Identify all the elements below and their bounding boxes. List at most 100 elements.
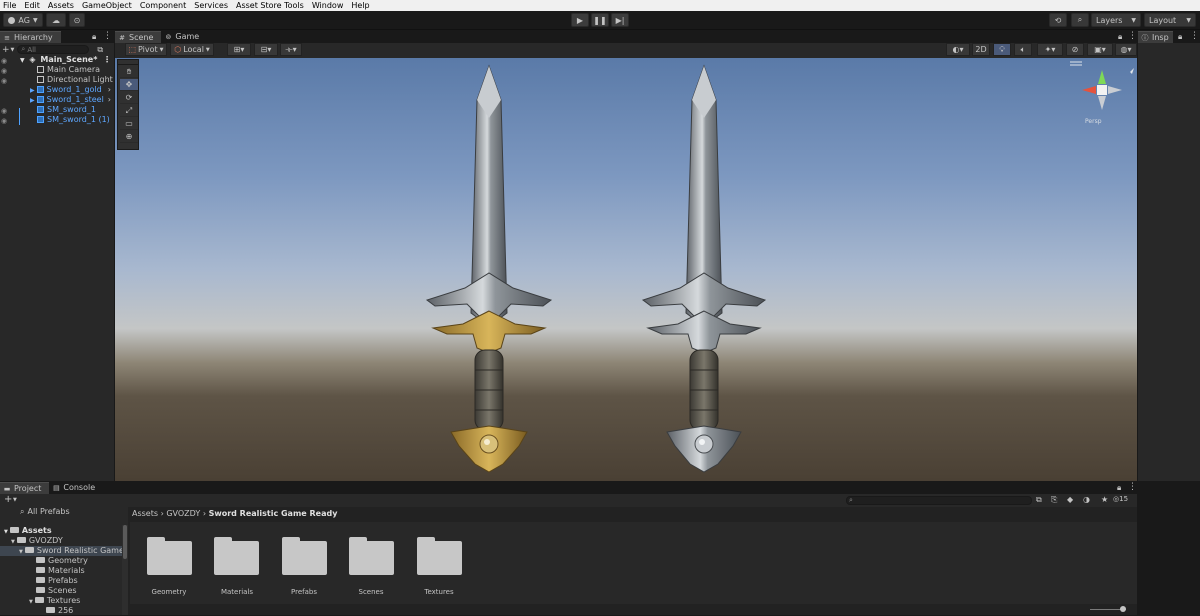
tree-item-prefabs[interactable]: Prefabs <box>36 576 78 586</box>
tab-console[interactable]: ▤ Console <box>49 482 103 494</box>
lock-icon[interactable]: 🔒︎ <box>92 32 96 42</box>
tag-icon[interactable]: ◆ <box>1067 495 1073 504</box>
menu-asset-store-tools[interactable]: Asset Store Tools <box>236 0 304 11</box>
folder-materials-label[interactable]: Materials <box>207 588 267 596</box>
menu-gameobject[interactable]: GameObject <box>82 0 132 11</box>
step-button[interactable]: ▶| <box>611 13 629 27</box>
grid-snap-button[interactable]: ⊞▾ <box>227 43 251 56</box>
tree-item-gvozdy[interactable]: ▼ GVOZDY <box>11 536 63 546</box>
hierarchy-search-input[interactable]: ⌕ All <box>17 45 90 54</box>
kebab-menu-icon[interactable]: ⋮ <box>103 55 111 65</box>
lighting-toggle[interactable]: 💡︎ <box>993 43 1011 56</box>
camera-dropdown[interactable]: ▣▾ <box>1087 43 1113 56</box>
folder-geometry-label[interactable]: Geometry <box>139 588 199 596</box>
audio-toggle[interactable]: 🔈︎ <box>1014 43 1032 56</box>
lock-icon[interactable]: 🔒︎ <box>1117 483 1121 493</box>
hierarchy-item[interactable]: SM_sword_1 (1) <box>37 115 110 125</box>
hierarchy-scene-row[interactable]: ▼ ◈ Main_Scene* ⋮ <box>20 55 114 65</box>
visibility-icon[interactable]: ◉ <box>1 107 7 115</box>
kebab-menu-icon[interactable]: ⋮ <box>1128 31 1137 41</box>
tab-hierarchy[interactable]: ≡ Hierarchy <box>0 31 61 43</box>
pivot-dropdown[interactable]: ⬚ Pivot ▼ <box>125 43 167 56</box>
folder-geometry-icon[interactable] <box>147 537 192 575</box>
folder-textures-icon[interactable] <box>417 537 462 575</box>
search-by-type-icon[interactable]: ⧉ <box>1036 495 1042 505</box>
scene-viewport[interactable]: ✋︎ ✥ ⟳ ⤢ ▭ ⊕ Persp <box>115 58 1137 481</box>
tree-scrollbar[interactable] <box>122 525 128 615</box>
menu-window[interactable]: Window <box>312 0 344 11</box>
chevron-down-icon[interactable]: ▼ <box>13 497 17 503</box>
project-search-input[interactable]: ⌕ <box>846 496 1032 505</box>
tree-item-sword-realistic[interactable]: ▼ Sword Realistic Game R <box>0 546 122 556</box>
gizmo-persp-label[interactable]: Persp <box>1085 118 1102 125</box>
draw-mode-button[interactable]: ◐▾ <box>946 43 970 56</box>
effects-dropdown[interactable]: ✦▾ <box>1037 43 1063 56</box>
lock-icon[interactable]: 🔒︎ <box>1178 32 1182 42</box>
layout-dropdown[interactable]: Layout ▼ <box>1144 13 1196 27</box>
add-icon[interactable]: + <box>4 494 12 505</box>
tree-item-scenes[interactable]: Scenes <box>36 586 77 596</box>
breadcrumb-item-current[interactable]: Sword Realistic Game Ready <box>209 509 338 518</box>
cloud-button[interactable]: ☁ <box>46 13 66 27</box>
history-button[interactable]: ⟲ <box>1049 13 1067 27</box>
tree-item-materials[interactable]: Materials <box>36 566 85 576</box>
menu-component[interactable]: Component <box>140 0 186 11</box>
menu-assets[interactable]: Assets <box>48 0 74 11</box>
breadcrumb-item[interactable]: GVOZDY <box>166 509 200 518</box>
pause-button[interactable]: ❚❚ <box>591 13 609 27</box>
menu-edit[interactable]: Edit <box>24 0 40 11</box>
visibility-icon[interactable]: ◉ <box>1 77 7 85</box>
hierarchy-item[interactable]: Main Camera <box>37 65 100 75</box>
add-icon[interactable]: + <box>2 45 10 55</box>
tree-scrollbar-thumb[interactable] <box>123 525 127 559</box>
orientation-gizmo[interactable] <box>1070 61 1134 110</box>
sword-gold-model[interactable] <box>425 64 553 473</box>
hierarchy-item[interactable]: SM_sword_1 <box>37 105 96 115</box>
favorite-item[interactable]: ⌕ All Prefabs <box>20 507 70 517</box>
hierarchy-item[interactable]: ▶ Sword_1_gold › <box>30 85 114 95</box>
chevron-down-icon[interactable]: ▼ <box>11 47 15 53</box>
hidden-packages-counter[interactable]: ◎15 <box>1113 495 1128 503</box>
chevron-right-icon[interactable]: › <box>108 95 111 105</box>
folder-prefabs-icon[interactable] <box>282 537 327 575</box>
favorite-star-icon[interactable]: ★ <box>1101 495 1108 504</box>
visibility-icon[interactable]: ◉ <box>1 57 7 65</box>
kebab-menu-icon[interactable]: ⋮ <box>1190 31 1199 41</box>
lock-icon[interactable]: 🔒︎ <box>1118 32 1122 42</box>
menu-file[interactable]: File <box>3 0 16 11</box>
gizmos-dropdown[interactable]: ◍▾ <box>1115 43 1137 56</box>
kebab-menu-icon[interactable]: ⋮ <box>1128 482 1137 492</box>
play-button[interactable]: ▶ <box>571 13 589 27</box>
visibility-icon[interactable]: ◉ <box>1 117 7 125</box>
folder-materials-icon[interactable] <box>214 537 259 575</box>
filter-by-label-icon[interactable]: ⎘ <box>1051 495 1057 505</box>
zoom-slider-handle[interactable] <box>1120 606 1126 612</box>
layers-dropdown[interactable]: Layers ▼ <box>1091 13 1141 27</box>
tab-project[interactable]: ▬ Project <box>0 482 50 494</box>
package-icon[interactable]: ◑ <box>1083 495 1090 504</box>
increment-snap-button[interactable]: ⟛▾ <box>280 43 302 56</box>
collab-button[interactable]: ⊙ <box>69 13 85 27</box>
scene-visibility-toggle[interactable]: ⊘ <box>1066 43 1084 56</box>
tree-item-textures[interactable]: ▼ Textures <box>29 596 80 606</box>
search-button[interactable]: ⌕ <box>1071 13 1089 27</box>
grid-visibility-button[interactable]: ⊟▾ <box>254 43 278 56</box>
tree-item-assets[interactable]: ▼ Assets <box>4 526 52 536</box>
account-dropdown[interactable]: AG ▼ <box>3 13 43 27</box>
hierarchy-item[interactable]: Directional Light <box>37 75 113 85</box>
tab-game[interactable]: ⊚ Game <box>161 31 207 43</box>
breadcrumb-item[interactable]: Assets <box>132 509 158 518</box>
tab-scene[interactable]: # Scene <box>115 31 162 43</box>
folder-prefabs-label[interactable]: Prefabs <box>274 588 334 596</box>
folder-textures-label[interactable]: Textures <box>409 588 469 596</box>
menu-services[interactable]: Services <box>194 0 228 11</box>
scene-visibility-icon[interactable]: ⧉ <box>97 45 103 55</box>
folder-scenes-label[interactable]: Scenes <box>341 588 401 596</box>
tree-item-geometry[interactable]: Geometry <box>36 556 88 566</box>
folder-scenes-icon[interactable] <box>349 537 394 575</box>
visibility-icon[interactable]: ◉ <box>1 67 7 75</box>
sword-steel-model[interactable] <box>641 64 767 473</box>
local-dropdown[interactable]: ⬡ Local ▼ <box>170 43 214 56</box>
kebab-menu-icon[interactable]: ⋮ <box>103 31 112 41</box>
menu-help[interactable]: Help <box>351 0 369 11</box>
